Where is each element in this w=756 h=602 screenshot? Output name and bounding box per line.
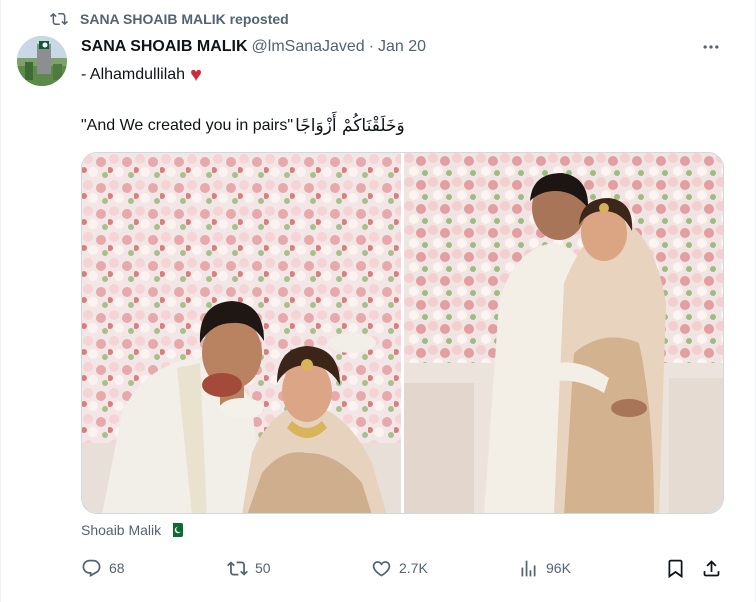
repost-icon bbox=[50, 12, 68, 26]
reply-button[interactable]: 68 bbox=[81, 556, 125, 580]
heart-icon bbox=[372, 560, 391, 577]
more-options-button[interactable] bbox=[698, 36, 724, 58]
user-handle[interactable]: @lmSanaJaved bbox=[252, 38, 365, 56]
like-button[interactable]: 2.7K bbox=[371, 556, 428, 580]
photo-1[interactable] bbox=[82, 153, 401, 513]
like-count: 2.7K bbox=[399, 560, 428, 576]
reply-count: 68 bbox=[109, 560, 125, 576]
share-button[interactable] bbox=[701, 556, 722, 580]
bookmark-icon bbox=[668, 559, 683, 578]
repost-button[interactable]: 50 bbox=[227, 556, 271, 580]
bookmark-button[interactable] bbox=[665, 556, 686, 580]
heart-emoji: ♥ bbox=[190, 64, 202, 86]
pakistan-flag-icon bbox=[169, 523, 184, 537]
tweet[interactable]: SANA SHOAIB MALIK reposted SANA SHOAIB M… bbox=[0, 0, 756, 602]
post-text-line-1: - Alhamdullilah ♥ bbox=[81, 64, 202, 86]
display-name[interactable]: SANA SHOAIB MALIK bbox=[81, 38, 248, 56]
repost-label: SANA SHOAIB MALIK reposted bbox=[80, 11, 289, 27]
tagged-user[interactable]: Shoaib Malik bbox=[81, 520, 184, 540]
views-button[interactable]: 96K bbox=[518, 556, 571, 580]
photo-2[interactable] bbox=[404, 153, 723, 513]
repost-icon bbox=[227, 560, 248, 576]
reply-icon bbox=[82, 559, 101, 577]
post-date[interactable]: Jan 20 bbox=[378, 38, 426, 56]
post-arabic: وَخَلَقْنَاكُمْ أَزْوَاجًا bbox=[295, 116, 405, 136]
action-bar: 68 50 2.7K 96K bbox=[81, 556, 724, 580]
media-grid bbox=[81, 152, 724, 514]
tagged-user-name: Shoaib Malik bbox=[81, 522, 162, 538]
post-quote: "And We created you in pairs" bbox=[81, 117, 294, 134]
views-count: 96K bbox=[546, 560, 571, 576]
avatar[interactable] bbox=[17, 36, 67, 86]
tweet-header: SANA SHOAIB MALIK @lmSanaJaved · Jan 20 bbox=[81, 36, 426, 58]
post-text-line-2: "And We created you in pairs" وَخَلَقْنَ… bbox=[81, 114, 405, 138]
repost-context[interactable]: SANA SHOAIB MALIK reposted bbox=[50, 9, 289, 29]
post-text: - Alhamdullilah bbox=[81, 66, 186, 83]
more-icon bbox=[703, 45, 719, 49]
share-icon bbox=[703, 559, 720, 576]
views-icon bbox=[521, 560, 536, 576]
separator: · bbox=[368, 38, 375, 55]
repost-count: 50 bbox=[255, 560, 271, 576]
